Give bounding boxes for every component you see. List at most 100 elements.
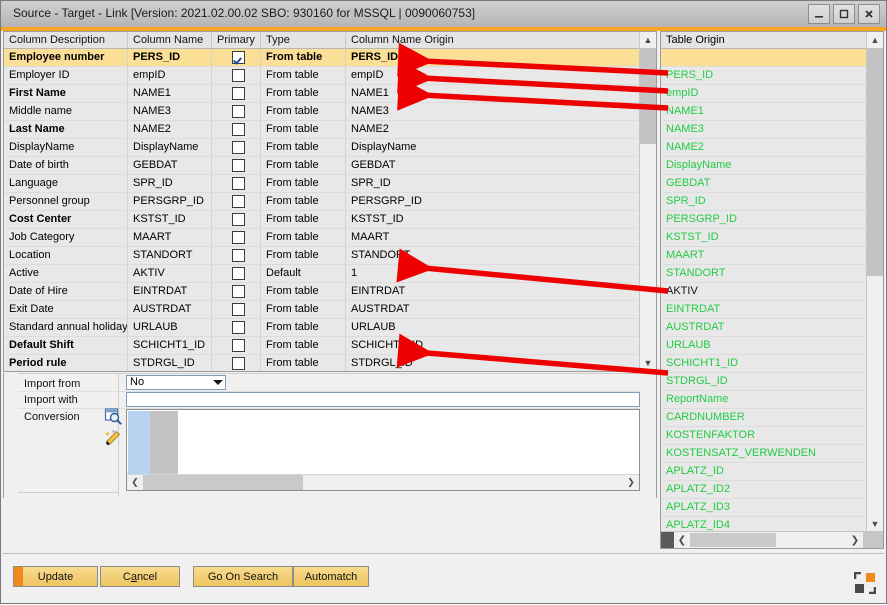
magnifier-icon[interactable] [104,407,122,425]
list-item[interactable]: KOSTENSATZ_VERWENDEN [661,445,867,463]
grid-header-column-name[interactable]: Column Name [128,32,212,48]
magic-wand-icon[interactable] [104,429,122,447]
list-item[interactable]: NAME1 [661,103,867,121]
cell-primary[interactable] [212,193,261,210]
grid-vertical-scrollbar[interactable]: ▲ ▼ [639,32,656,371]
table-row[interactable]: Middle nameNAME3From tableNAME3 [4,103,656,121]
list-item[interactable]: empID [661,85,867,103]
table-row[interactable]: Cost CenterKSTST_IDFrom tableKSTST_ID [4,211,656,229]
table-origin-hscroll-thumb[interactable] [690,533,776,547]
primary-checkbox[interactable] [232,123,245,136]
table-origin-header[interactable]: Table Origin [661,32,883,48]
cell-primary[interactable] [212,139,261,156]
primary-checkbox[interactable] [232,213,245,226]
primary-checkbox[interactable] [232,177,245,190]
list-item[interactable]: GEBDAT [661,175,867,193]
scroll-right-icon[interactable]: ❯ [623,475,639,490]
cell-primary[interactable] [212,265,261,282]
primary-checkbox[interactable] [232,321,245,334]
import-with-input[interactable] [126,392,640,407]
scroll-left-icon[interactable]: ❮ [127,475,143,490]
cell-primary[interactable] [212,85,261,102]
grid-header-type[interactable]: Type [261,32,346,48]
primary-checkbox[interactable] [232,51,245,64]
list-item[interactable]: DisplayName [661,157,867,175]
cell-primary[interactable] [212,283,261,300]
list-item[interactable]: SPR_ID [661,193,867,211]
automatch-button[interactable]: Automatch [293,566,369,587]
cell-primary[interactable] [212,157,261,174]
cell-primary[interactable] [212,319,261,336]
primary-checkbox[interactable] [232,339,245,352]
list-item[interactable]: PERS_ID [661,67,867,85]
table-row[interactable]: Employer IDempIDFrom tableempID [4,67,656,85]
table-origin-scroll-thumb[interactable] [867,48,883,276]
list-item[interactable]: KOSTENFAKTOR [661,427,867,445]
table-row[interactable]: LanguageSPR_IDFrom tableSPR_ID [4,175,656,193]
scroll-up-icon[interactable]: ▲ [640,32,656,48]
list-item[interactable]: AKTIV [661,283,867,301]
list-item[interactable]: APLATZ_ID2 [661,481,867,499]
cell-primary[interactable] [212,67,261,84]
close-button[interactable] [858,4,880,24]
list-item[interactable]: URLAUB [661,337,867,355]
grid-header-primary[interactable]: Primary [212,32,261,48]
cell-primary[interactable] [212,121,261,138]
grid-header-column-description[interactable]: Column Description [4,32,128,48]
scroll-up-icon[interactable]: ▲ [867,32,883,48]
primary-checkbox[interactable] [232,87,245,100]
minimize-button[interactable] [808,4,830,24]
table-row[interactable]: Employee numberPERS_IDFrom tablePERS_ID [4,49,656,67]
list-item[interactable]: KSTST_ID [661,229,867,247]
cell-primary[interactable] [212,229,261,246]
primary-checkbox[interactable] [232,249,245,262]
table-row[interactable]: ActiveAKTIVDefault1 [4,265,656,283]
scroll-left-icon[interactable]: ❮ [674,532,690,548]
list-item[interactable]: PERSGRP_ID [661,211,867,229]
table-row[interactable]: First NameNAME1From tableNAME1 [4,85,656,103]
grid-scroll-thumb[interactable] [640,48,656,144]
list-item[interactable]: AUSTRDAT [661,319,867,337]
table-row[interactable]: Default ShiftSCHICHT1_IDFrom tableSCHICH… [4,337,656,355]
cell-primary[interactable] [212,301,261,318]
scroll-down-icon[interactable]: ▼ [640,355,656,371]
primary-checkbox[interactable] [232,285,245,298]
table-row[interactable]: Personnel groupPERSGRP_IDFrom tablePERSG… [4,193,656,211]
go-on-search-button[interactable]: Go On Search [193,566,293,587]
table-origin-horizontal-scrollbar[interactable]: ❮ ❯ [661,531,883,548]
conversion-horizontal-scrollbar[interactable]: ❮ ❯ [127,474,639,490]
table-row[interactable]: Last NameNAME2From tableNAME2 [4,121,656,139]
scroll-right-icon[interactable]: ❯ [847,532,863,548]
list-item[interactable]: APLATZ_ID3 [661,499,867,517]
table-row[interactable]: Period ruleSTDRGL_IDFrom tableSTDRGL_ID [4,355,656,372]
chevron-down-icon[interactable] [213,380,223,385]
primary-checkbox[interactable] [232,267,245,280]
list-item[interactable] [661,49,867,67]
list-item[interactable]: STDRGL_ID [661,373,867,391]
list-item[interactable]: CARDNUMBER [661,409,867,427]
cell-primary[interactable] [212,337,261,354]
list-item[interactable]: EINTRDAT [661,301,867,319]
cell-primary[interactable] [212,211,261,228]
list-item[interactable]: ReportName [661,391,867,409]
scroll-down-icon[interactable]: ▼ [867,516,883,532]
primary-checkbox[interactable] [232,357,245,370]
conversion-scroll-thumb[interactable] [143,475,303,490]
grid-header-column-name-origin[interactable]: Column Name Origin [346,32,646,48]
list-item[interactable]: SCHICHT1_ID [661,355,867,373]
primary-checkbox[interactable] [232,69,245,82]
list-item[interactable]: MAART [661,247,867,265]
primary-checkbox[interactable] [232,159,245,172]
table-row[interactable]: LocationSTANDORTFrom tableSTANDORT [4,247,656,265]
cell-primary[interactable] [212,175,261,192]
list-item[interactable]: NAME2 [661,139,867,157]
table-origin-vertical-scrollbar[interactable]: ▲ ▼ [866,32,883,532]
conversion-grid[interactable]: ❮ ❯ [126,409,640,491]
list-item[interactable]: STANDORT [661,265,867,283]
primary-checkbox[interactable] [232,303,245,316]
table-row[interactable]: Date of HireEINTRDATFrom tableEINTRDAT [4,283,656,301]
conversion-column-header[interactable] [150,411,178,475]
maximize-button[interactable] [833,4,855,24]
cell-primary[interactable] [212,103,261,120]
list-item[interactable]: APLATZ_ID [661,463,867,481]
